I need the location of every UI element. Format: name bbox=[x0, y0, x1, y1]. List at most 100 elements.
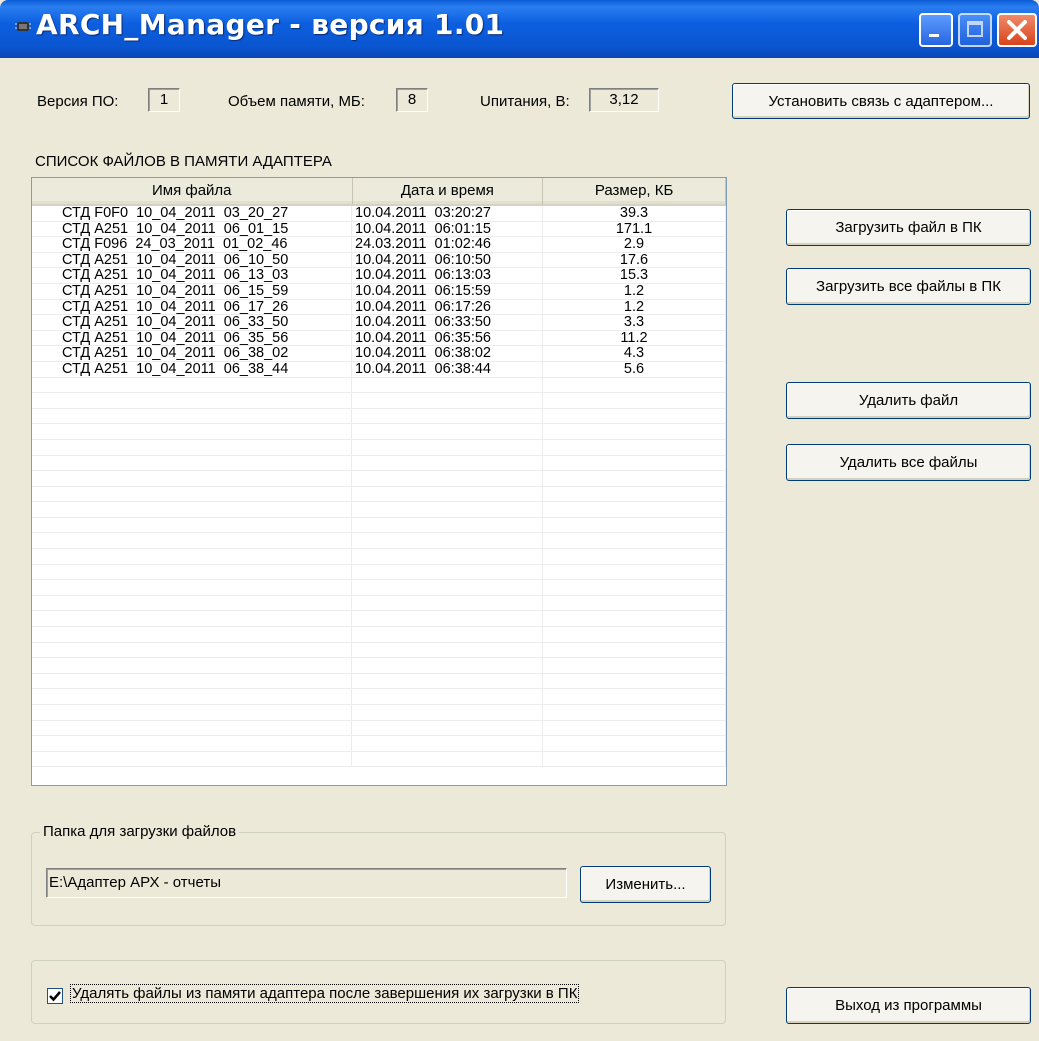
empty-cell bbox=[32, 377, 352, 393]
cell-datetime: 10.04.2011 06:38:44 bbox=[352, 361, 543, 377]
empty-cell bbox=[32, 502, 352, 517]
table-row[interactable] bbox=[32, 611, 726, 628]
version-label: Версия ПО: bbox=[37, 93, 119, 110]
empty-cell bbox=[32, 393, 352, 408]
column-header-size[interactable]: Размер, КБ bbox=[543, 178, 726, 206]
download-folder-label: Папка для загрузки файлов bbox=[40, 823, 240, 840]
table-row[interactable] bbox=[32, 595, 726, 612]
cell-size: 3.3 bbox=[543, 315, 726, 330]
table-row[interactable] bbox=[32, 502, 726, 518]
table-row[interactable] bbox=[32, 424, 726, 440]
empty-cell bbox=[543, 627, 726, 642]
folder-path-field[interactable]: E:\Адаптер АРХ - отчеты bbox=[46, 868, 567, 898]
delete-after-load-label[interactable]: Удалять файлы из памяти адаптера после з… bbox=[70, 984, 580, 1003]
cell-size: 2.9 bbox=[543, 237, 726, 252]
table-row[interactable] bbox=[32, 408, 726, 425]
title-bar[interactable]: ARCH_Manager - версия 1.01 bbox=[0, 0, 1039, 58]
table-row[interactable] bbox=[32, 455, 726, 472]
table-row[interactable]: СТД F0F0 10_04_2011 03_20_27 10.04.2011 0… bbox=[32, 206, 726, 222]
change-folder-button[interactable]: Изменить... bbox=[580, 866, 711, 903]
empty-cell bbox=[543, 424, 726, 439]
voltage-value: 3,12 bbox=[589, 88, 659, 112]
load-all-files-button[interactable]: Загрузить все файлы в ПК bbox=[786, 268, 1031, 305]
empty-cell bbox=[32, 720, 352, 736]
table-row[interactable] bbox=[32, 751, 726, 768]
table-row[interactable]: СТД A251 10_04_2011 06_10_50 10.04.2011 0… bbox=[32, 252, 726, 269]
minimize-button[interactable] bbox=[919, 13, 953, 47]
empty-cell bbox=[543, 455, 726, 471]
cell-filename: СТД F0F0 10_04_2011 03_20_27 bbox=[32, 206, 352, 221]
table-row[interactable] bbox=[32, 549, 726, 565]
table-row[interactable] bbox=[32, 439, 726, 456]
table-row[interactable]: СТД A251 10_04_2011 06_13_03 10.04.2011 0… bbox=[32, 268, 726, 284]
cell-filename: СТД A251 10_04_2011 06_01_15 bbox=[32, 221, 352, 237]
empty-cell bbox=[32, 642, 352, 658]
empty-cell bbox=[352, 393, 543, 408]
cell-size: 11.2 bbox=[543, 330, 726, 346]
table-row[interactable] bbox=[32, 627, 726, 643]
empty-cell bbox=[543, 673, 726, 689]
exit-button[interactable]: Выход из программы bbox=[786, 987, 1031, 1024]
column-header-datetime[interactable]: Дата и время bbox=[352, 178, 544, 206]
table-row[interactable] bbox=[32, 517, 726, 534]
empty-cell bbox=[352, 673, 543, 689]
delete-after-load-checkbox[interactable] bbox=[47, 988, 63, 1004]
memory-label: Объем памяти, МБ: bbox=[228, 93, 365, 110]
table-row[interactable] bbox=[32, 720, 726, 737]
empty-cell bbox=[543, 393, 726, 408]
table-row[interactable] bbox=[32, 642, 726, 659]
empty-cell bbox=[352, 564, 543, 580]
delete-all-files-button[interactable]: Удалить все файлы bbox=[786, 444, 1031, 481]
table-row[interactable]: СТД A251 10_04_2011 06_15_59 10.04.2011 0… bbox=[32, 283, 726, 300]
table-row[interactable] bbox=[32, 705, 726, 721]
cell-datetime: 10.04.2011 06:35:56 bbox=[352, 330, 543, 346]
minimize-icon bbox=[929, 34, 939, 37]
empty-cell bbox=[352, 705, 543, 720]
empty-cell bbox=[543, 705, 726, 720]
column-header-filename[interactable]: Имя файла bbox=[32, 178, 353, 206]
table-row[interactable]: СТД A251 10_04_2011 06_35_56 10.04.2011 0… bbox=[32, 330, 726, 347]
table-row[interactable] bbox=[32, 393, 726, 409]
empty-cell bbox=[352, 720, 543, 736]
empty-cell bbox=[352, 377, 543, 393]
empty-cell bbox=[543, 564, 726, 580]
table-row[interactable]: СТД A251 10_04_2011 06_33_50 10.04.2011 0… bbox=[32, 315, 726, 331]
connect-adapter-button[interactable]: Установить связь с адаптером... bbox=[732, 83, 1030, 119]
empty-cell bbox=[543, 377, 726, 393]
table-row[interactable]: СТД F096 24_03_2011 01_02_46 24.03.2011 0… bbox=[32, 237, 726, 253]
table-row[interactable]: СТД A251 10_04_2011 06_01_15 10.04.2011 0… bbox=[32, 221, 726, 238]
table-row[interactable] bbox=[32, 486, 726, 503]
table-row[interactable] bbox=[32, 658, 726, 674]
cell-datetime: 10.04.2011 06:10:50 bbox=[352, 252, 543, 268]
delete-file-button[interactable]: Удалить файл bbox=[786, 382, 1031, 419]
empty-cell bbox=[352, 580, 543, 595]
table-row[interactable] bbox=[32, 673, 726, 690]
table-row[interactable] bbox=[32, 689, 726, 705]
table-row[interactable] bbox=[32, 471, 726, 487]
empty-cell bbox=[32, 736, 352, 751]
table-row[interactable] bbox=[32, 564, 726, 581]
empty-cell bbox=[352, 533, 543, 549]
cell-datetime: 10.04.2011 06:13:03 bbox=[352, 268, 543, 283]
empty-cell bbox=[32, 689, 352, 704]
file-list[interactable]: Имя файла Дата и время Размер, КБ СТД F0… bbox=[31, 177, 727, 786]
empty-cell bbox=[32, 517, 352, 533]
maximize-button[interactable] bbox=[958, 13, 992, 47]
table-row[interactable] bbox=[32, 377, 726, 394]
table-row[interactable] bbox=[32, 736, 726, 752]
table-row[interactable] bbox=[32, 533, 726, 550]
cell-filename: СТД A251 10_04_2011 06_10_50 bbox=[32, 252, 352, 268]
empty-cell bbox=[352, 502, 543, 517]
table-row[interactable]: СТД A251 10_04_2011 06_38_02 10.04.2011 0… bbox=[32, 346, 726, 362]
table-row[interactable]: СТД A251 10_04_2011 06_38_44 10.04.2011 0… bbox=[32, 361, 726, 378]
load-file-button[interactable]: Загрузить файл в ПК bbox=[786, 209, 1031, 246]
checkmark-icon bbox=[49, 991, 61, 1002]
empty-cell bbox=[543, 549, 726, 564]
close-button[interactable] bbox=[997, 13, 1037, 47]
table-row[interactable] bbox=[32, 580, 726, 596]
empty-cell bbox=[352, 627, 543, 642]
app-icon bbox=[15, 22, 31, 31]
empty-cell bbox=[543, 408, 726, 424]
table-row[interactable]: СТД A251 10_04_2011 06_17_26 10.04.2011 0… bbox=[32, 299, 726, 316]
empty-cell bbox=[32, 627, 352, 642]
